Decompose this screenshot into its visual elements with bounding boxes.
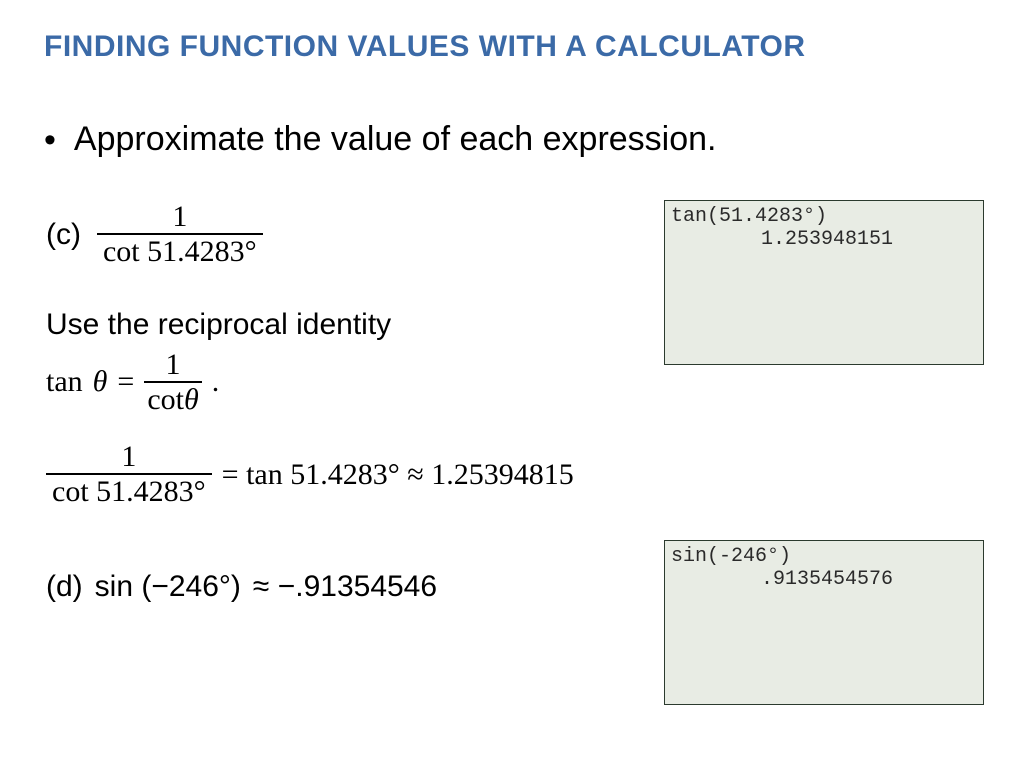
- identity-eq: =: [117, 365, 134, 399]
- slide-title: FINDING FUNCTION VALUES WITH A CALCULATO…: [44, 30, 806, 64]
- main-equation: 1 cot 51.4283° = tan 51.4283° ≈ 1.253948…: [46, 440, 574, 510]
- identity-equation: tanθ = 1 cotθ .: [46, 348, 219, 416]
- part-d: (d) sin (−246°) ≈ −.91354546: [46, 570, 437, 604]
- identity-num: 1: [163, 348, 184, 381]
- identity-period: .: [212, 365, 220, 399]
- bullet-line: • Approximate the value of each expressi…: [44, 120, 717, 159]
- equation-num: 1: [115, 440, 142, 473]
- identity-lhs-theta: θ: [93, 365, 108, 399]
- part-d-approx: ≈ −.91354546: [253, 570, 437, 604]
- equation-result: = tan 51.4283° ≈ 1.25394815: [222, 458, 574, 492]
- part-c-numerator: 1: [166, 200, 193, 233]
- equation-fraction: 1 cot 51.4283°: [46, 440, 212, 510]
- bullet-marker: •: [44, 123, 56, 157]
- part-c: (c) 1 cot 51.4283°: [46, 200, 263, 270]
- part-c-label: (c): [46, 218, 81, 252]
- calc1-output: 1.253948151: [671, 228, 977, 251]
- bullet-text: Approximate the value of each expression…: [74, 120, 717, 159]
- calc2-input: sin(-246°): [671, 545, 977, 568]
- part-c-denominator: cot 51.4283°: [97, 233, 263, 270]
- part-d-label: (d): [46, 570, 83, 604]
- calc1-input: tan(51.4283°): [671, 205, 977, 228]
- equation-den: cot 51.4283°: [46, 473, 212, 510]
- part-c-fraction: 1 cot 51.4283°: [97, 200, 263, 270]
- identity-fraction: 1 cotθ: [144, 348, 201, 416]
- identity-lhs-fn: tan: [46, 365, 83, 399]
- identity-den: cotθ: [144, 381, 201, 416]
- calc2-output: .9135454576: [671, 568, 977, 591]
- part-d-expr: sin (−246°): [95, 570, 241, 604]
- calculator-screen-1: tan(51.4283°) 1.253948151: [664, 200, 984, 365]
- reciprocal-label: Use the reciprocal identity: [46, 308, 391, 342]
- calculator-screen-2: sin(-246°) .9135454576: [664, 540, 984, 705]
